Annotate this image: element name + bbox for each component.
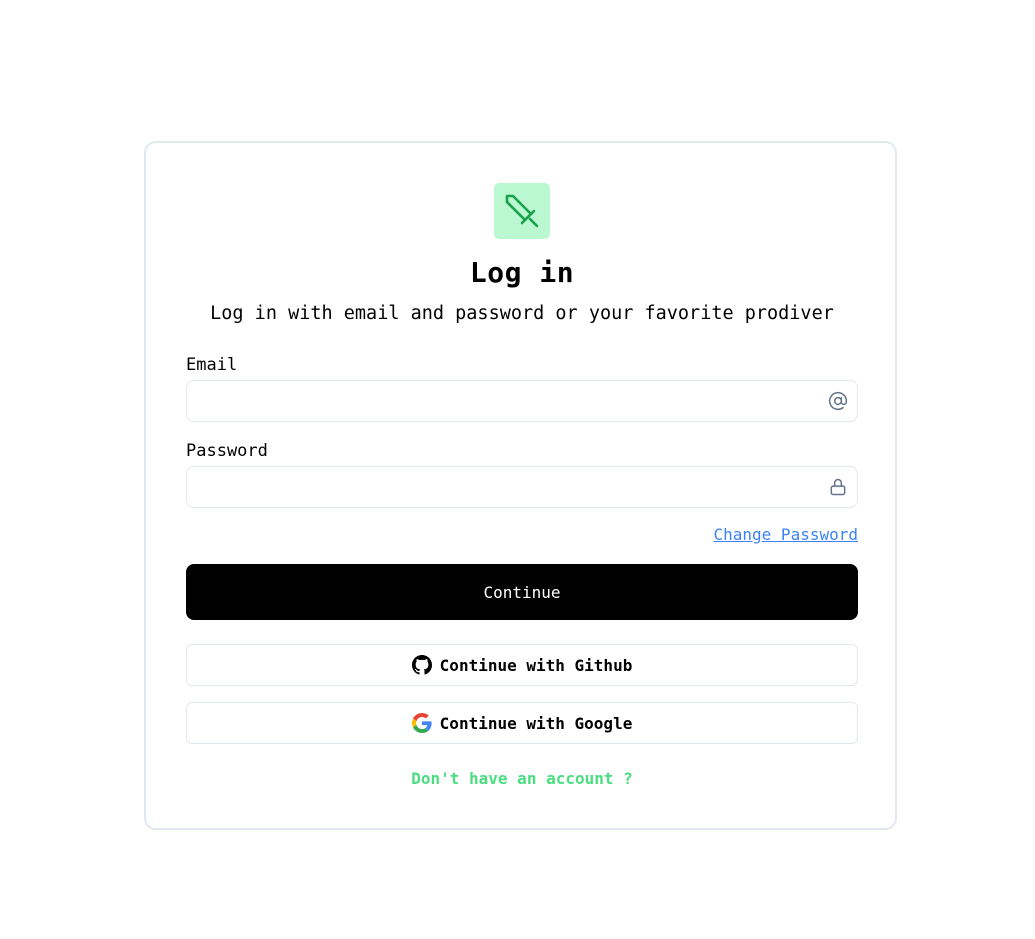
change-password-link[interactable]: Change Password — [714, 524, 859, 546]
page-subtitle: Log in with email and password or your f… — [210, 303, 834, 324]
password-field-wrapper — [186, 466, 858, 508]
login-card: Log in Log in with email and password or… — [144, 141, 897, 830]
at-sign-icon — [828, 391, 848, 411]
google-icon — [411, 713, 432, 733]
password-label: Password — [186, 441, 268, 461]
password-field[interactable] — [187, 467, 807, 507]
github-login-button[interactable]: Continue with Github — [186, 644, 858, 686]
google-login-label: Continue with Google — [439, 713, 633, 733]
github-login-label: Continue with Github — [439, 655, 633, 675]
google-login-button[interactable]: Continue with Google — [186, 702, 858, 744]
continue-button[interactable]: Continue — [186, 564, 858, 620]
signup-link[interactable]: Don't have an account ? — [186, 768, 858, 790]
continue-button-label: Continue — [483, 582, 561, 602]
email-label: Email — [186, 355, 238, 375]
app-logo — [494, 183, 550, 239]
sword-icon — [505, 194, 539, 228]
page-title: Log in — [469, 256, 575, 289]
email-field[interactable] — [187, 381, 807, 421]
email-field-wrapper — [186, 380, 858, 422]
lock-icon — [830, 478, 846, 496]
github-icon — [411, 655, 432, 675]
